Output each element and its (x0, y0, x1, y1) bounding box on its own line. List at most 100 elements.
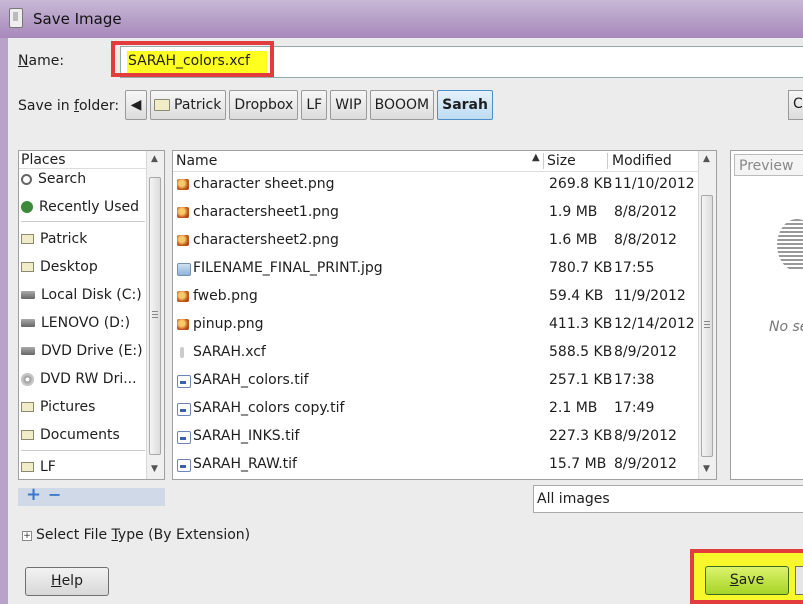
chevron-up-icon[interactable]: ▲ (151, 154, 158, 164)
table-row[interactable]: SARAH_colors copy.tif 2.1 MB 17:49 (173, 395, 698, 423)
file-name: SARAH_colors.tif (193, 372, 309, 388)
place-label: Desktop (40, 259, 98, 275)
place-documents[interactable]: Documents (21, 422, 145, 448)
file-modified: 8/9/2012 (614, 428, 677, 444)
place-lenovo-d[interactable]: LENOVO (D:) (21, 310, 145, 336)
window-title: Save Image (33, 10, 122, 28)
folder-icon (154, 99, 170, 111)
table-row[interactable]: SARAH_INKS.tif 227.3 KB 8/9/2012 (173, 423, 698, 451)
preview-panel: Preview No se (730, 150, 803, 480)
table-row[interactable]: SARAH_colors.tif 257.1 KB 17:38 (173, 367, 698, 395)
file-name: fweb.png (193, 288, 258, 304)
table-row[interactable]: fweb.png 59.4 KB 11/9/2012 (173, 283, 698, 311)
place-dvd-rw-drive[interactable]: DVD RW Dri... (21, 366, 145, 392)
no-selection-text: No se (769, 319, 803, 335)
file-type-filter-select[interactable]: All images (533, 485, 803, 513)
png-file-icon (177, 179, 189, 190)
tif-file-icon (177, 403, 191, 416)
scrollbar-thumb[interactable] (149, 177, 161, 455)
table-row[interactable]: pinup.png 411.3 KB 12/14/2012 (173, 311, 698, 339)
folder-icon (21, 462, 34, 472)
file-modified: 17:49 (614, 400, 655, 416)
table-row[interactable]: SARAH_RAW.tif 15.7 MB 8/9/2012 (173, 451, 698, 479)
disk-icon (21, 291, 35, 299)
scrollbar-thumb[interactable] (701, 195, 713, 457)
breadcrumb-label: Patrick (174, 97, 222, 113)
grip-line (152, 311, 158, 312)
places-scrollbar[interactable]: ▲ ▼ (146, 151, 164, 479)
file-modified: 11/9/2012 (614, 288, 686, 304)
place-desktop[interactable]: Desktop (21, 254, 145, 280)
file-modified: 8/8/2012 (614, 204, 677, 220)
chevron-down-icon[interactable]: ▼ (703, 464, 710, 474)
breadcrumb-patrick[interactable]: Patrick (150, 90, 227, 120)
place-label: DVD RW Dri... (40, 371, 137, 387)
xcf-file-icon (180, 347, 184, 358)
file-list-header: Name ▲ Size Modified (173, 151, 698, 172)
expand-icon[interactable]: + (22, 531, 32, 541)
folder-icon (21, 262, 34, 272)
grip-line (152, 314, 158, 315)
place-dvd-drive-e[interactable]: DVD Drive (E:) (21, 338, 145, 364)
breadcrumb-sarah[interactable]: Sarah (437, 90, 493, 120)
file-list-scrollbar[interactable]: ▲ ▼ (698, 151, 716, 479)
tif-file-icon (177, 375, 191, 388)
add-bookmark-button[interactable]: + (26, 484, 41, 505)
search-icon (21, 173, 32, 185)
breadcrumb-lf[interactable]: LF (301, 90, 328, 120)
create-folder-button[interactable]: C (788, 90, 803, 120)
tif-file-icon (177, 459, 191, 472)
column-modified-header[interactable]: Modified (612, 152, 672, 170)
grip-line (704, 327, 710, 328)
table-row[interactable]: FILENAME_FINAL_PRINT.jpg 780.7 KB 17:55 (173, 255, 698, 283)
table-row[interactable]: character sheet.png 269.8 KB 11/10/2012 (173, 171, 698, 199)
preview-checkbox[interactable]: Preview (734, 154, 803, 176)
table-row[interactable]: charactersheet1.png 1.9 MB 8/8/2012 (173, 199, 698, 227)
breadcrumb-dropbox[interactable]: Dropbox (229, 90, 299, 120)
file-size: 1.9 MB (549, 204, 598, 220)
place-patrick[interactable]: Patrick (21, 226, 145, 252)
app-icon (9, 8, 23, 28)
breadcrumb-wip[interactable]: WIP (330, 90, 367, 120)
file-size: 257.1 KB (549, 372, 613, 388)
tif-file-icon (177, 431, 191, 444)
column-name-header[interactable]: Name (176, 152, 217, 170)
place-lf[interactable]: LF (21, 454, 145, 479)
sort-ascending-icon: ▲ (532, 152, 540, 163)
remove-bookmark-button[interactable]: − (48, 485, 61, 504)
cancel-button[interactable] (795, 566, 803, 595)
help-button[interactable]: Help (25, 567, 109, 596)
column-separator (543, 153, 544, 169)
file-name: SARAH_RAW.tif (193, 456, 297, 472)
dvd-icon (21, 372, 34, 386)
chevron-down-icon[interactable]: ▼ (151, 464, 158, 474)
file-modified: 8/8/2012 (614, 232, 677, 248)
table-row[interactable]: charactersheet2.png 1.6 MB 8/8/2012 (173, 227, 698, 255)
jpg-file-icon (177, 263, 191, 276)
breadcrumb-back-button[interactable]: ◀ (125, 90, 147, 120)
place-search[interactable]: Search (21, 166, 145, 192)
file-name: character sheet.png (193, 176, 335, 192)
place-pictures[interactable]: Pictures (21, 394, 145, 420)
column-size-header[interactable]: Size (547, 152, 576, 170)
file-size: 59.4 KB (549, 288, 604, 304)
breadcrumb-booom[interactable]: BOOOM (369, 90, 435, 120)
table-row[interactable]: SARAH.xcf 588.5 KB 8/9/2012 (173, 339, 698, 367)
place-label: LF (40, 459, 56, 475)
place-recently-used[interactable]: Recently Used (21, 194, 145, 220)
disk-icon (21, 347, 35, 355)
annotation-box (111, 41, 274, 77)
file-size: 411.3 KB (549, 316, 613, 332)
file-size: 588.5 KB (549, 344, 613, 360)
place-label: Pictures (40, 399, 96, 415)
chevron-up-icon[interactable]: ▲ (703, 154, 710, 164)
place-local-disk-c[interactable]: Local Disk (C:) (21, 282, 145, 308)
file-name: pinup.png (193, 316, 264, 332)
file-modified: 8/9/2012 (614, 456, 677, 472)
save-button[interactable]: Save (705, 566, 789, 595)
place-label: Patrick (40, 231, 88, 247)
select-file-type-expander[interactable]: Select File Type (By Extension) (36, 527, 250, 543)
place-label: DVD Drive (E:) (41, 343, 143, 359)
png-file-icon (177, 291, 189, 302)
divider (21, 450, 145, 451)
